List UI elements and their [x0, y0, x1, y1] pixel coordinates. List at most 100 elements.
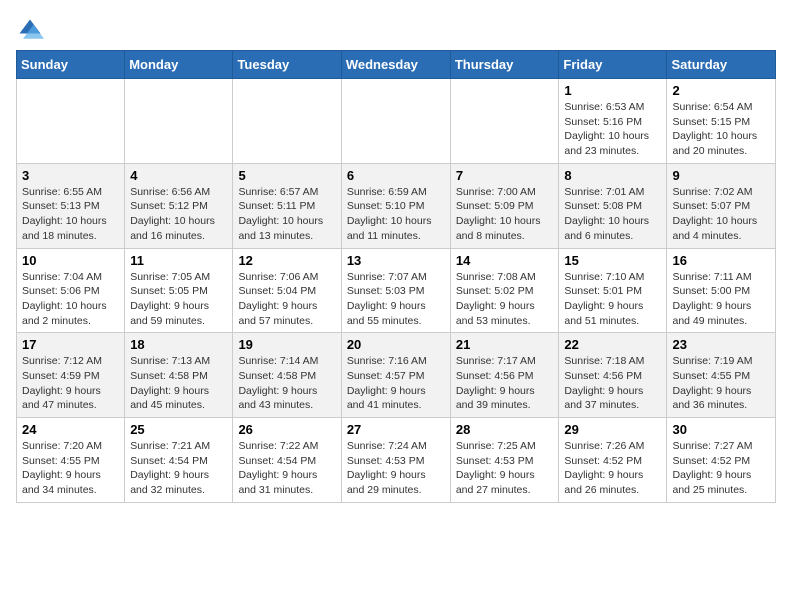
col-header-tuesday: Tuesday — [233, 51, 341, 79]
day-info: Sunrise: 7:00 AM Sunset: 5:09 PM Dayligh… — [456, 185, 554, 244]
day-info: Sunrise: 7:06 AM Sunset: 5:04 PM Dayligh… — [238, 270, 335, 329]
day-info: Sunrise: 6:54 AM Sunset: 5:15 PM Dayligh… — [672, 100, 770, 159]
calendar-week-3: 10 Sunrise: 7:04 AM Sunset: 5:06 PM Dayli… — [17, 248, 776, 333]
day-info: Sunrise: 7:16 AM Sunset: 4:57 PM Dayligh… — [347, 354, 445, 413]
calendar-header-row: SundayMondayTuesdayWednesdayThursdayFrid… — [17, 51, 776, 79]
day-info: Sunrise: 7:25 AM Sunset: 4:53 PM Dayligh… — [456, 439, 554, 498]
day-number: 30 — [672, 422, 770, 437]
day-number: 5 — [238, 168, 335, 183]
calendar-cell: 23 Sunrise: 7:19 AM Sunset: 4:55 PM Dayli… — [667, 333, 776, 418]
day-number: 22 — [564, 337, 661, 352]
day-info: Sunrise: 7:21 AM Sunset: 4:54 PM Dayligh… — [130, 439, 227, 498]
calendar-cell — [341, 79, 450, 164]
day-info: Sunrise: 7:26 AM Sunset: 4:52 PM Dayligh… — [564, 439, 661, 498]
col-header-sunday: Sunday — [17, 51, 125, 79]
calendar-cell — [450, 79, 559, 164]
day-info: Sunrise: 7:08 AM Sunset: 5:02 PM Dayligh… — [456, 270, 554, 329]
day-info: Sunrise: 7:05 AM Sunset: 5:05 PM Dayligh… — [130, 270, 227, 329]
day-number: 6 — [347, 168, 445, 183]
logo-icon — [16, 16, 44, 44]
day-number: 4 — [130, 168, 227, 183]
day-number: 17 — [22, 337, 119, 352]
calendar-cell: 30 Sunrise: 7:27 AM Sunset: 4:52 PM Dayli… — [667, 418, 776, 503]
calendar-cell: 5 Sunrise: 6:57 AM Sunset: 5:11 PM Daylig… — [233, 163, 341, 248]
day-info: Sunrise: 7:24 AM Sunset: 4:53 PM Dayligh… — [347, 439, 445, 498]
day-info: Sunrise: 6:57 AM Sunset: 5:11 PM Dayligh… — [238, 185, 335, 244]
calendar-week-4: 17 Sunrise: 7:12 AM Sunset: 4:59 PM Dayli… — [17, 333, 776, 418]
calendar-week-5: 24 Sunrise: 7:20 AM Sunset: 4:55 PM Dayli… — [17, 418, 776, 503]
day-number: 2 — [672, 83, 770, 98]
calendar-cell — [125, 79, 233, 164]
day-info: Sunrise: 7:11 AM Sunset: 5:00 PM Dayligh… — [672, 270, 770, 329]
day-info: Sunrise: 7:04 AM Sunset: 5:06 PM Dayligh… — [22, 270, 119, 329]
day-info: Sunrise: 7:22 AM Sunset: 4:54 PM Dayligh… — [238, 439, 335, 498]
calendar-cell: 20 Sunrise: 7:16 AM Sunset: 4:57 PM Dayli… — [341, 333, 450, 418]
calendar-cell: 27Sunrise: 7:24 AM Sunset: 4:53 PM Dayli… — [341, 418, 450, 503]
day-number: 21 — [456, 337, 554, 352]
day-number: 24 — [22, 422, 119, 437]
day-info: Sunrise: 7:07 AM Sunset: 5:03 PM Dayligh… — [347, 270, 445, 329]
day-info: Sunrise: 7:13 AM Sunset: 4:58 PM Dayligh… — [130, 354, 227, 413]
day-info: Sunrise: 7:12 AM Sunset: 4:59 PM Dayligh… — [22, 354, 119, 413]
logo — [16, 16, 48, 44]
day-info: Sunrise: 6:53 AM Sunset: 5:16 PM Dayligh… — [564, 100, 661, 159]
calendar-cell: 13 Sunrise: 7:07 AM Sunset: 5:03 PM Dayli… — [341, 248, 450, 333]
day-info: Sunrise: 6:56 AM Sunset: 5:12 PM Dayligh… — [130, 185, 227, 244]
calendar-cell — [233, 79, 341, 164]
calendar-cell: 2 Sunrise: 6:54 AM Sunset: 5:15 PM Daylig… — [667, 79, 776, 164]
day-info: Sunrise: 7:02 AM Sunset: 5:07 PM Dayligh… — [672, 185, 770, 244]
calendar-cell: 29 Sunrise: 7:26 AM Sunset: 4:52 PM Dayli… — [559, 418, 667, 503]
day-number: 7 — [456, 168, 554, 183]
day-info: Sunrise: 7:14 AM Sunset: 4:58 PM Dayligh… — [238, 354, 335, 413]
calendar-cell: 18 Sunrise: 7:13 AM Sunset: 4:58 PM Dayli… — [125, 333, 233, 418]
day-number: 13 — [347, 253, 445, 268]
calendar-cell: 17 Sunrise: 7:12 AM Sunset: 4:59 PM Dayli… — [17, 333, 125, 418]
day-info: Sunrise: 7:19 AM Sunset: 4:55 PM Dayligh… — [672, 354, 770, 413]
day-number: 15 — [564, 253, 661, 268]
day-number: 9 — [672, 168, 770, 183]
calendar-cell: 26Sunrise: 7:22 AM Sunset: 4:54 PM Dayli… — [233, 418, 341, 503]
day-number: 19 — [238, 337, 335, 352]
page-header — [16, 16, 776, 44]
col-header-wednesday: Wednesday — [341, 51, 450, 79]
col-header-monday: Monday — [125, 51, 233, 79]
calendar-cell: 7 Sunrise: 7:00 AM Sunset: 5:09 PM Daylig… — [450, 163, 559, 248]
calendar-cell: 19 Sunrise: 7:14 AM Sunset: 4:58 PM Dayli… — [233, 333, 341, 418]
calendar-cell: 9 Sunrise: 7:02 AM Sunset: 5:07 PM Daylig… — [667, 163, 776, 248]
calendar-week-1: 1 Sunrise: 6:53 AM Sunset: 5:16 PM Daylig… — [17, 79, 776, 164]
col-header-thursday: Thursday — [450, 51, 559, 79]
day-number: 20 — [347, 337, 445, 352]
day-info: Sunrise: 7:20 AM Sunset: 4:55 PM Dayligh… — [22, 439, 119, 498]
day-number: 23 — [672, 337, 770, 352]
day-number: 28 — [456, 422, 554, 437]
day-number: 18 — [130, 337, 227, 352]
calendar-cell: 8 Sunrise: 7:01 AM Sunset: 5:08 PM Daylig… — [559, 163, 667, 248]
day-info: Sunrise: 7:01 AM Sunset: 5:08 PM Dayligh… — [564, 185, 661, 244]
calendar-cell — [17, 79, 125, 164]
day-number: 12 — [238, 253, 335, 268]
day-info: Sunrise: 7:27 AM Sunset: 4:52 PM Dayligh… — [672, 439, 770, 498]
day-info: Sunrise: 7:10 AM Sunset: 5:01 PM Dayligh… — [564, 270, 661, 329]
day-number: 16 — [672, 253, 770, 268]
calendar-cell: 11Sunrise: 7:05 AM Sunset: 5:05 PM Dayli… — [125, 248, 233, 333]
day-number: 8 — [564, 168, 661, 183]
calendar-cell: 21 Sunrise: 7:17 AM Sunset: 4:56 PM Dayli… — [450, 333, 559, 418]
day-number: 29 — [564, 422, 661, 437]
day-number: 10 — [22, 253, 119, 268]
day-info: Sunrise: 7:18 AM Sunset: 4:56 PM Dayligh… — [564, 354, 661, 413]
calendar-cell: 16 Sunrise: 7:11 AM Sunset: 5:00 PM Dayli… — [667, 248, 776, 333]
day-info: Sunrise: 6:59 AM Sunset: 5:10 PM Dayligh… — [347, 185, 445, 244]
day-number: 1 — [564, 83, 661, 98]
day-number: 25 — [130, 422, 227, 437]
calendar-cell: 6 Sunrise: 6:59 AM Sunset: 5:10 PM Daylig… — [341, 163, 450, 248]
calendar-cell: 25 Sunrise: 7:21 AM Sunset: 4:54 PM Dayli… — [125, 418, 233, 503]
calendar-cell: 14Sunrise: 7:08 AM Sunset: 5:02 PM Dayli… — [450, 248, 559, 333]
day-info: Sunrise: 7:17 AM Sunset: 4:56 PM Dayligh… — [456, 354, 554, 413]
day-number: 3 — [22, 168, 119, 183]
calendar-cell: 24 Sunrise: 7:20 AM Sunset: 4:55 PM Dayli… — [17, 418, 125, 503]
calendar-cell: 22 Sunrise: 7:18 AM Sunset: 4:56 PM Dayli… — [559, 333, 667, 418]
calendar-cell: 12 Sunrise: 7:06 AM Sunset: 5:04 PM Dayli… — [233, 248, 341, 333]
calendar-cell: 4 Sunrise: 6:56 AM Sunset: 5:12 PM Daylig… — [125, 163, 233, 248]
calendar-cell: 10 Sunrise: 7:04 AM Sunset: 5:06 PM Dayli… — [17, 248, 125, 333]
calendar-table: SundayMondayTuesdayWednesdayThursdayFrid… — [16, 50, 776, 503]
